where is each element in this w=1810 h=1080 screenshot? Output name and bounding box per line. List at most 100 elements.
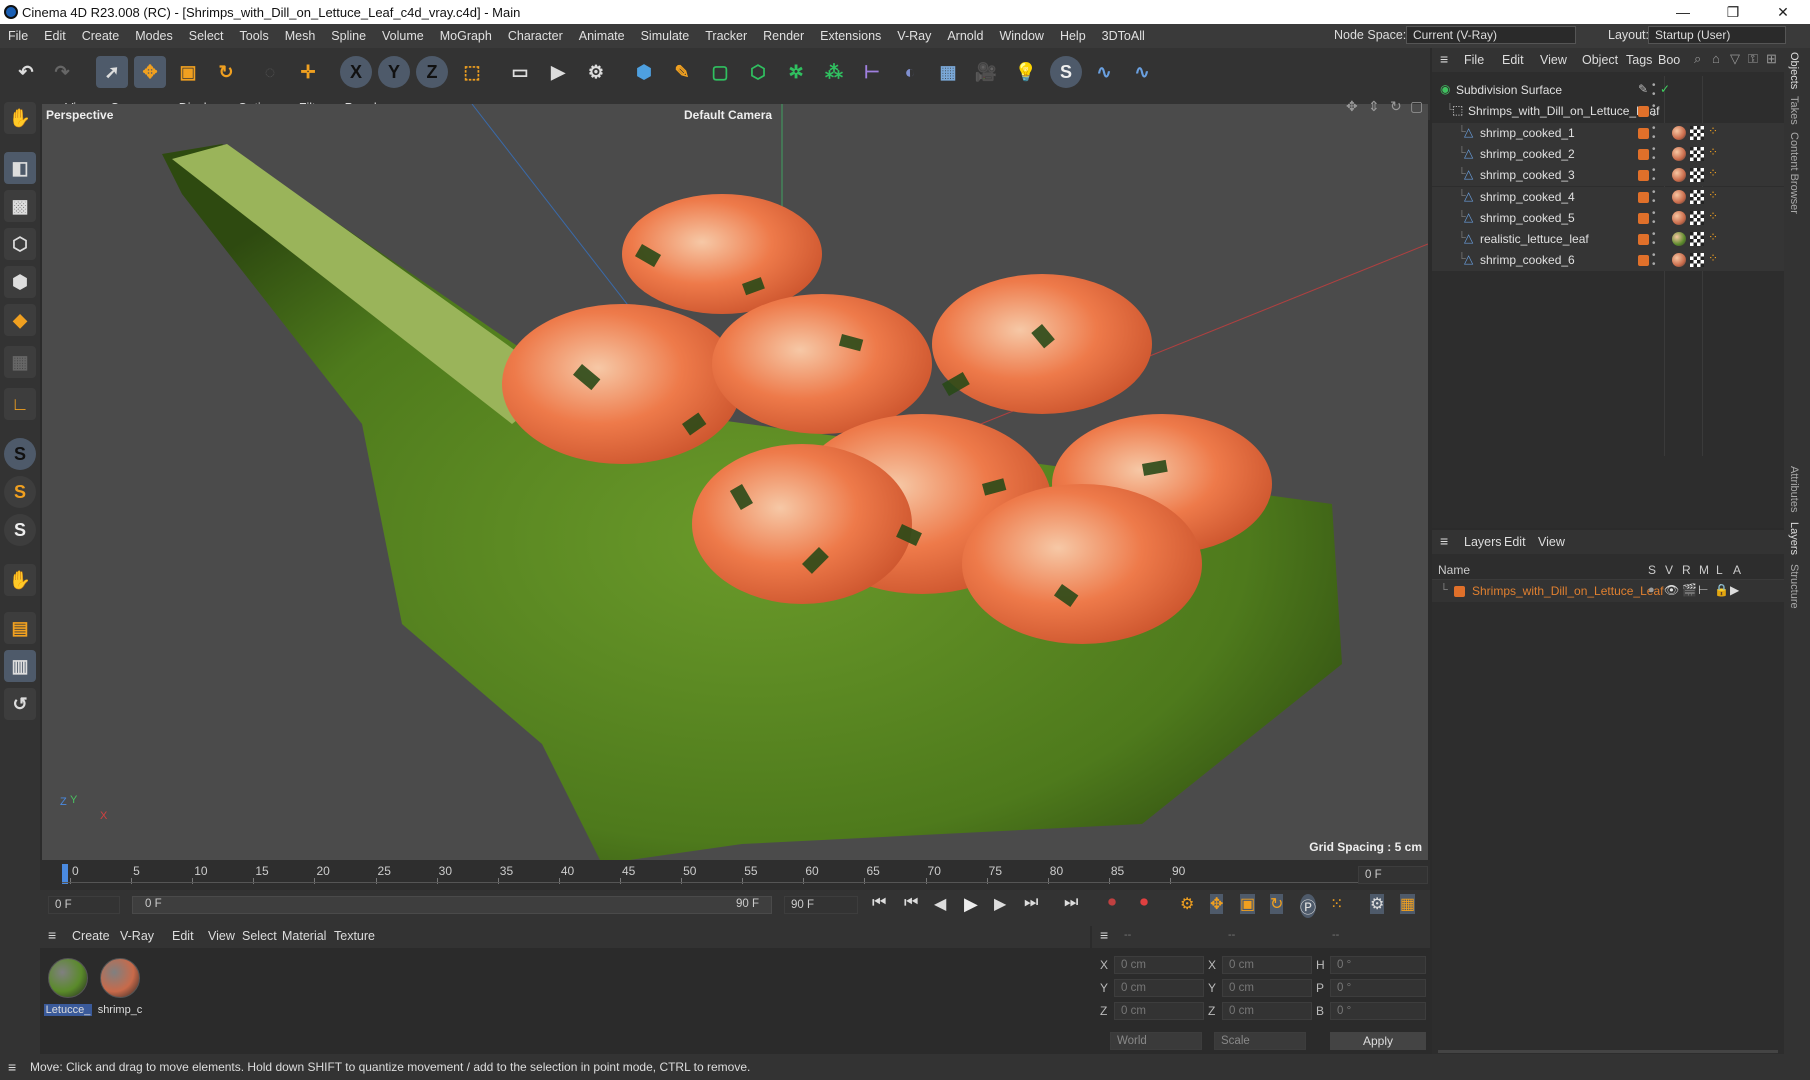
menu-file[interactable]: File — [0, 29, 36, 43]
rotate-tool-icon[interactable]: ↻ — [210, 56, 242, 88]
recent-tool-icon[interactable]: ◌ — [254, 56, 286, 88]
add-tool-icon[interactable]: ✛ — [292, 56, 324, 88]
layer-color-swatch[interactable] — [1638, 255, 1649, 267]
extrude-icon[interactable]: ⬡ — [742, 56, 774, 88]
animation-settings-icon[interactable]: ⚙ — [1370, 894, 1385, 914]
solo-icon[interactable]: ● — [1648, 584, 1655, 596]
edge-mode-icon[interactable]: ⬢ — [4, 266, 36, 298]
coordinate-system-icon[interactable]: ⬚ — [456, 56, 488, 88]
manager-icon[interactable]: ⊢ — [1698, 583, 1708, 597]
max-time-field[interactable]: 90 F — [784, 896, 858, 914]
minimize-button[interactable]: — — [1660, 0, 1706, 24]
camera-icon[interactable]: 🎥 — [970, 56, 1002, 88]
object-row[interactable]: └ △ shrimp_cooked_2 • • ⁘ — [1432, 143, 1784, 165]
layer-color-swatch[interactable] — [1638, 106, 1649, 118]
position-y-field[interactable]: 0 cm — [1114, 979, 1204, 997]
mograph-icon[interactable]: ⁂ — [818, 56, 850, 88]
rotation-p-field[interactable]: 0 ° — [1330, 979, 1426, 997]
snap-icon[interactable]: S — [4, 438, 36, 470]
material-thumbnail[interactable] — [48, 958, 88, 998]
object-menu-tags[interactable]: Tags — [1626, 53, 1652, 67]
axis-mode-icon[interactable]: ∟ — [4, 388, 36, 420]
vray-tag-icon[interactable]: ⁘ — [1708, 188, 1718, 202]
object-name[interactable]: shrimp_cooked_6 — [1480, 253, 1575, 267]
layer-menu-view[interactable]: View — [1538, 535, 1565, 549]
visible-eye-icon[interactable]: 👁 — [1664, 583, 1679, 597]
timeline-window-icon[interactable]: ▦ — [1400, 894, 1416, 914]
object-name[interactable]: shrimp_cooked_4 — [1480, 190, 1575, 204]
autokey-icon[interactable]: ⏺ — [1140, 894, 1148, 912]
layout-dropdown[interactable]: Startup (User) — [1648, 26, 1786, 44]
min-time-field[interactable]: 0 F — [48, 896, 120, 914]
model-mode-icon[interactable]: ◧ — [4, 152, 36, 184]
cube-icon[interactable]: ⬢ — [628, 56, 660, 88]
layer-color-swatch[interactable] — [1638, 148, 1649, 160]
object-menu-edit[interactable]: Edit — [1502, 53, 1524, 67]
layer-col-r[interactable]: R — [1682, 563, 1691, 577]
menu-mesh[interactable]: Mesh — [277, 29, 324, 43]
keyframe-selection-icon[interactable]: ⚙ — [1180, 894, 1194, 914]
material-menu-create[interactable]: Create — [72, 929, 110, 943]
locked-icon[interactable]: 🔒 — [1714, 583, 1729, 597]
horizontal-scrollbar[interactable] — [1438, 1050, 1778, 1053]
key-scale-icon[interactable]: ▣ — [1240, 894, 1256, 914]
vray-tag-icon[interactable]: ⁘ — [1708, 209, 1718, 223]
material-menu-view[interactable]: View — [208, 929, 235, 943]
object-row[interactable]: ◉ Subdivision Surface ✎ ✓ • • — [1432, 80, 1784, 101]
menu-select[interactable]: Select — [181, 29, 232, 43]
scale-tool-icon[interactable]: ▣ — [172, 56, 204, 88]
visibility-dots-icon[interactable]: • • — [1652, 187, 1656, 206]
texture-tag-icon[interactable] — [1690, 168, 1704, 183]
workplane-lock-icon[interactable]: ▥ — [4, 650, 36, 682]
rotation-h-field[interactable]: 0 ° — [1330, 956, 1426, 974]
material-tag-icon[interactable] — [1672, 125, 1686, 140]
texture-tag-icon[interactable] — [1690, 146, 1704, 161]
side-tab-content-browser[interactable]: Content Browser — [1788, 132, 1800, 214]
rotation-b-field[interactable]: 0 ° — [1330, 1002, 1426, 1020]
material-tag-icon[interactable] — [1672, 210, 1686, 225]
vray-tag-icon[interactable]: ⁘ — [1708, 230, 1718, 244]
material-menu-v-ray[interactable]: V-Ray — [120, 929, 154, 943]
play-icon[interactable]: ▶ — [964, 894, 978, 915]
cloner-icon[interactable]: ✲ — [780, 56, 812, 88]
object-row[interactable]: └ △ shrimp_cooked_5 • • ⁘ — [1432, 207, 1784, 229]
viewport-rotate-icon[interactable]: ↻ — [1390, 98, 1402, 115]
vray-tag-icon[interactable]: ⁘ — [1708, 145, 1718, 159]
new-window-icon[interactable]: ⊞ — [1766, 51, 1777, 67]
z-axis-lock-icon[interactable]: Z — [416, 56, 448, 88]
hamburger-icon[interactable]: ≡ — [1440, 533, 1448, 549]
layer-name[interactable]: Shrimps_with_Dill_on_Lettuce_Leaf — [1472, 584, 1663, 598]
side-tab-takes[interactable]: Takes — [1788, 96, 1800, 125]
object-row[interactable]: └ △ shrimp_cooked_3 • • ⁘ — [1432, 165, 1784, 187]
filter-icon[interactable]: ▽ — [1730, 51, 1740, 67]
position-x-field[interactable]: 0 cm — [1114, 956, 1204, 974]
layer-color-swatch[interactable] — [1638, 127, 1649, 139]
visibility-dots-icon[interactable]: • • — [1652, 102, 1656, 121]
material-menu-material[interactable]: Material — [282, 929, 326, 943]
menu-arnold[interactable]: Arnold — [939, 29, 991, 43]
next-key-icon[interactable]: ⏭ — [1024, 894, 1038, 912]
menu-spline[interactable]: Spline — [323, 29, 374, 43]
workplane-rotate-icon[interactable]: ↺ — [4, 688, 36, 720]
menu-tools[interactable]: Tools — [232, 29, 277, 43]
material-name[interactable]: shrimp_c — [96, 1004, 144, 1016]
object-name[interactable]: Shrimps_with_Dill_on_Lettuce_Leaf — [1468, 104, 1659, 118]
search-icon[interactable]: ⌕ — [1694, 51, 1701, 67]
layer-color-swatch[interactable] — [1454, 586, 1465, 597]
vray-snap-icon[interactable]: S — [4, 514, 36, 546]
menu-simulate[interactable]: Simulate — [633, 29, 698, 43]
hamburger-icon[interactable]: ≡ — [1440, 51, 1448, 67]
texture-mode-icon[interactable]: ▩ — [4, 190, 36, 222]
go-to-end-icon[interactable]: ⏭ — [1064, 894, 1078, 912]
previous-frame-icon[interactable]: ◀ — [934, 894, 946, 914]
uv-mode-icon[interactable]: ▦ — [4, 346, 36, 378]
lock-icon[interactable]: ⚿ — [1748, 51, 1758, 67]
object-row[interactable]: └ △ shrimp_cooked_6 • • ⁘ — [1432, 250, 1784, 272]
material-tag-icon[interactable] — [1672, 189, 1686, 204]
object-row[interactable]: └ △ realistic_lettuce_leaf • • ⁘ — [1432, 229, 1784, 251]
undo-icon[interactable]: ↶ — [10, 56, 42, 88]
object-row[interactable]: └ △ shrimp_cooked_4 • • ⁘ — [1432, 186, 1784, 208]
tweak-icon[interactable]: ✋ — [4, 564, 36, 596]
redo-icon[interactable]: ↷ — [46, 56, 78, 88]
object-menu-boo[interactable]: Boo — [1658, 53, 1680, 67]
